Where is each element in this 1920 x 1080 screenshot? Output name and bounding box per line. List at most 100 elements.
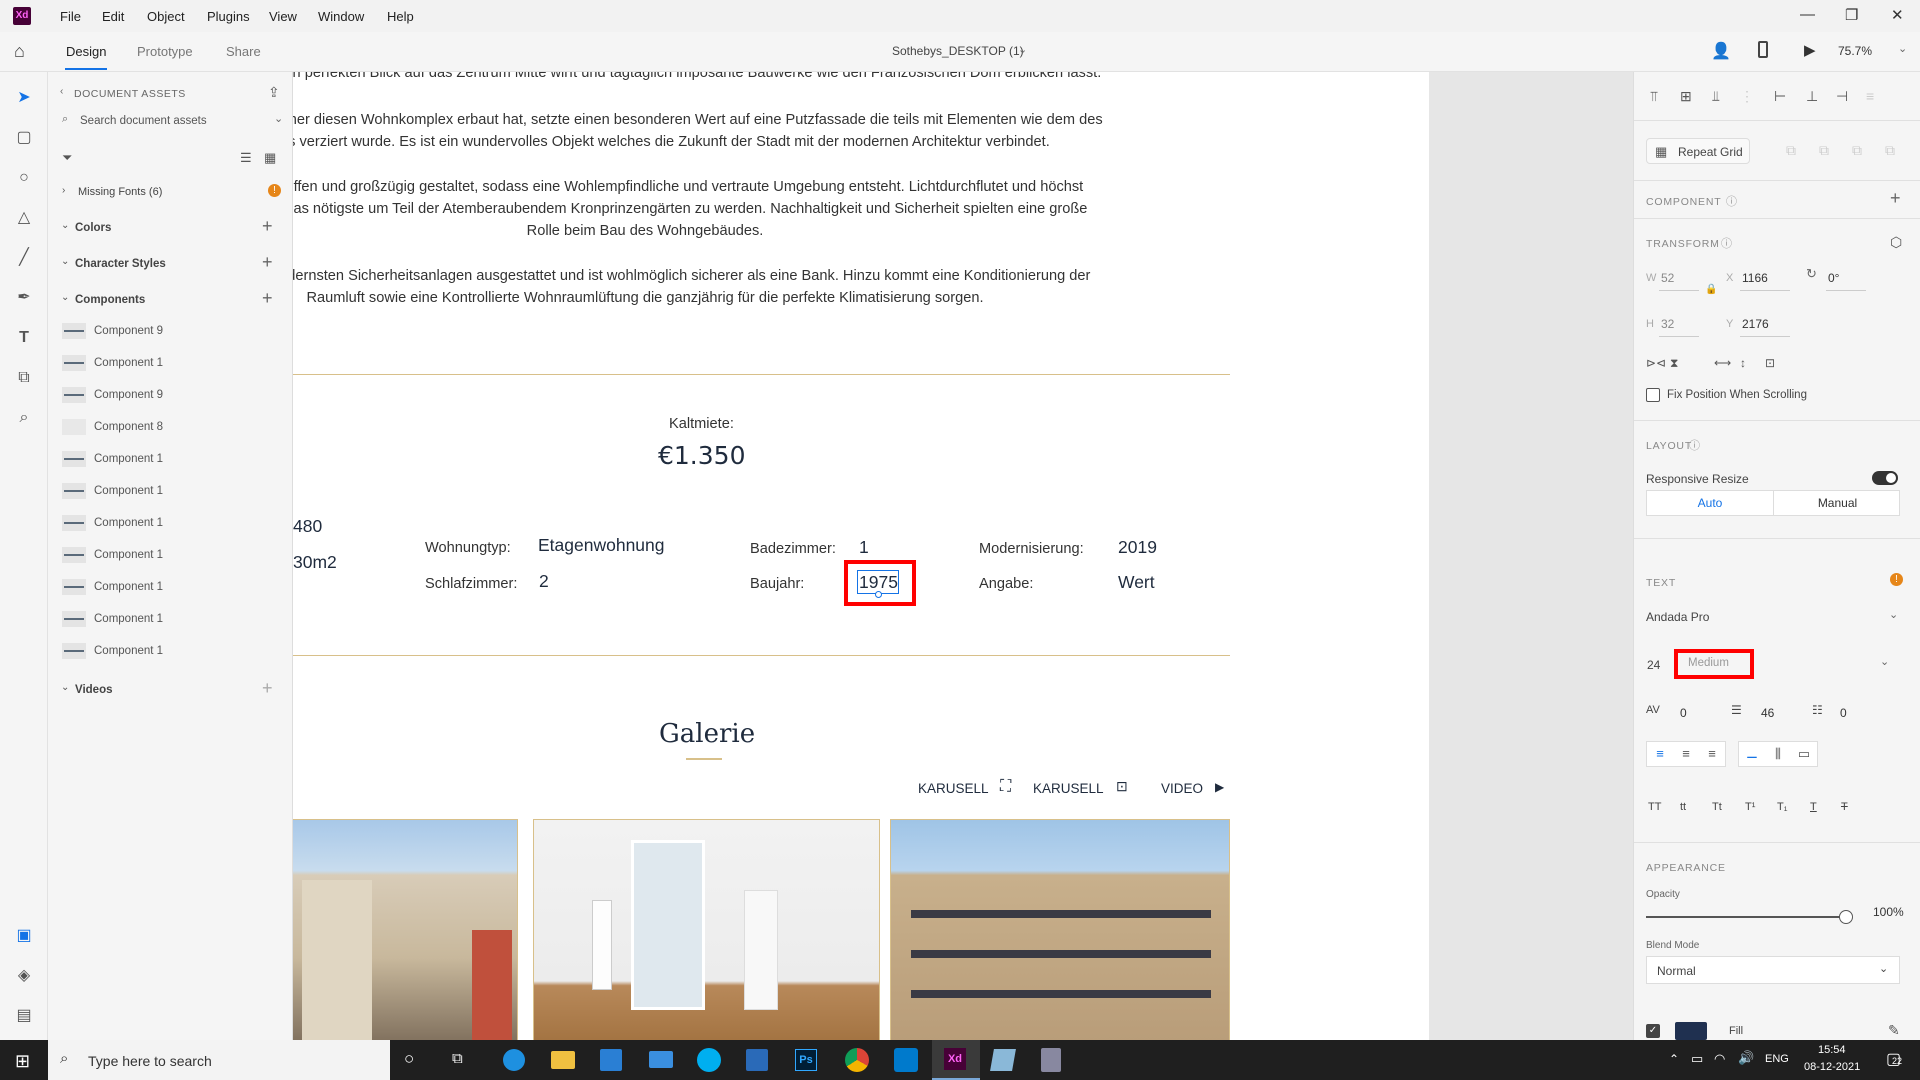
fix-position-checkbox[interactable] — [1646, 388, 1660, 402]
responsive-resize-toggle[interactable] — [1872, 471, 1898, 485]
network-icon[interactable]: ▭ — [1691, 1051, 1703, 1067]
lock-aspect-icon[interactable]: 🔒 — [1705, 284, 1717, 295]
file-explorer-icon[interactable] — [551, 1051, 575, 1069]
list-item[interactable]: Component 1 — [48, 351, 293, 375]
boolean-subtract-icon[interactable]: ⧉ — [1819, 142, 1829, 159]
distribute-horizontal-icon[interactable]: ≡ — [1866, 88, 1874, 104]
fill-color-swatch[interactable] — [1675, 1022, 1707, 1040]
blend-mode-dropdown[interactable]: Normal ⌄ — [1646, 956, 1900, 984]
strikethrough-icon[interactable]: T — [1841, 801, 1848, 813]
align-left-icon[interactable]: ⊢ — [1774, 88, 1786, 105]
superscript-icon[interactable]: T¹ — [1745, 801, 1755, 813]
align-middle-icon[interactable]: ⊞ — [1680, 88, 1692, 105]
artboard[interactable]: errasse die einen perfekten Blick auf da… — [293, 72, 1429, 1040]
volume-icon[interactable]: 🔊 — [1738, 1050, 1754, 1066]
list-item[interactable]: Component 1 — [48, 447, 293, 471]
mail-icon[interactable] — [649, 1051, 673, 1068]
polygon-tool-icon[interactable]: △ — [12, 206, 36, 230]
layers-panel-icon[interactable]: ◈ — [12, 964, 36, 988]
fixed-size-icon[interactable]: ▭ — [1791, 742, 1817, 766]
language-indicator[interactable]: ENG — [1765, 1053, 1789, 1065]
menu-view[interactable]: View — [269, 9, 297, 24]
assets-panel-icon[interactable]: ▣ — [12, 924, 36, 948]
karusell-link[interactable]: KARUSELL — [918, 781, 989, 796]
list-item[interactable]: Component 9 — [48, 319, 293, 343]
repeat-grid-button[interactable]: ▦ Repeat Grid — [1646, 138, 1750, 164]
add-char-style-icon[interactable]: + — [262, 252, 273, 273]
menu-file[interactable]: File — [60, 9, 81, 24]
char-styles-section[interactable]: ⌄ Character Styles + — [48, 252, 293, 274]
menu-help[interactable]: Help — [387, 9, 414, 24]
document-title[interactable]: Sothebys_DESKTOP (1) — [892, 44, 1024, 58]
list-item[interactable]: Component 1 — [48, 607, 293, 631]
chrome-icon[interactable] — [845, 1048, 869, 1072]
filter-icon[interactable]: ⏷ — [62, 150, 72, 166]
gallery-image-facade[interactable] — [890, 819, 1230, 1040]
rectangle-tool-icon[interactable]: ▢ — [12, 126, 36, 150]
list-item[interactable]: Component 9 — [48, 383, 293, 407]
pasteboard[interactable] — [1429, 72, 1633, 1040]
grid-view-icon[interactable]: ▦ — [264, 150, 276, 166]
rotation-field[interactable]: 0° — [1828, 271, 1839, 285]
align-right-icon[interactable]: ⊣ — [1836, 88, 1848, 105]
resize-handle[interactable] — [875, 591, 882, 598]
text-tool-icon[interactable]: T — [12, 326, 36, 350]
add-video-icon[interactable]: + — [262, 678, 273, 699]
karusell-link[interactable]: KARUSELL — [1033, 781, 1104, 796]
menu-window[interactable]: Window — [318, 9, 364, 24]
gallery-image-room[interactable] — [533, 819, 880, 1040]
line-tool-icon[interactable]: ╱ — [12, 246, 36, 270]
taskbar-search-input[interactable]: ⌕ Type here to search — [48, 1040, 390, 1080]
videos-section[interactable]: ⌄ Videos + — [48, 678, 293, 700]
select-tool-icon[interactable]: ➤ — [12, 86, 36, 110]
chevron-down-icon[interactable]: ⌄ — [1018, 43, 1027, 56]
cortana-icon[interactable]: ○ — [404, 1049, 414, 1069]
list-item[interactable]: Component 1 — [48, 575, 293, 599]
list-view-icon[interactable]: ☰ — [240, 150, 252, 166]
char-spacing-field[interactable]: 0 — [1680, 706, 1687, 720]
menu-edit[interactable]: Edit — [102, 9, 124, 24]
list-item[interactable]: Component 1 — [48, 511, 293, 535]
image-carousel-icon[interactable]: ⊡ — [1116, 778, 1128, 795]
edge-icon[interactable] — [503, 1049, 525, 1071]
export-icon[interactable]: ⇪ — [268, 84, 280, 101]
font-weight-dropdown[interactable]: Medium ⌄ — [1682, 654, 1889, 674]
list-item[interactable]: Component 8 — [48, 415, 293, 439]
selected-text-box[interactable]: 1975 — [857, 570, 899, 598]
manual-option[interactable]: Manual — [1774, 491, 1901, 515]
list-item[interactable]: Component 1 — [48, 639, 293, 663]
distribute-vertical-icon[interactable]: ⋮ — [1740, 88, 1754, 105]
align-text-center-icon[interactable]: ≡ — [1673, 742, 1699, 766]
video-link[interactable]: VIDEO — [1161, 781, 1203, 796]
notifications-button[interactable]: ▢ 22 — [1884, 1048, 1910, 1072]
fit-content-icon[interactable]: ⊡ — [1765, 356, 1775, 370]
underline-icon[interactable]: T — [1810, 801, 1817, 813]
colors-section[interactable]: ⌄ Colors + — [48, 216, 293, 238]
titlecase-icon[interactable]: Tt — [1712, 801, 1722, 813]
minimize-icon[interactable]: — — [1800, 6, 1815, 23]
font-size-field[interactable]: 24 — [1647, 658, 1660, 672]
fix-width-icon[interactable]: ⟷ — [1714, 356, 1731, 370]
flip-vertical-icon[interactable]: ⧗ — [1670, 356, 1678, 371]
zoom-chevron-icon[interactable]: ⌄ — [1898, 42, 1907, 55]
search-chevron-icon[interactable]: ⌄ — [274, 112, 283, 125]
windows-start-icon[interactable]: ⊞ — [15, 1051, 30, 1072]
zoom-tool-icon[interactable]: ⌕ — [12, 406, 36, 430]
components-section[interactable]: ⌄ Components + — [48, 288, 293, 310]
calculator-icon[interactable] — [1041, 1048, 1061, 1072]
gallery-image-building[interactable] — [293, 819, 518, 1040]
missing-fonts-section[interactable]: › Missing Fonts (6) ! — [48, 182, 293, 202]
vscode-icon[interactable] — [894, 1048, 918, 1072]
line-spacing-field[interactable]: 46 — [1761, 706, 1774, 720]
paragraph-spacing-field[interactable]: 0 — [1840, 706, 1847, 720]
clock-time[interactable]: 15:54 — [1818, 1044, 1846, 1056]
app-icon[interactable] — [990, 1049, 1016, 1071]
align-text-right-icon[interactable]: ≡ — [1699, 742, 1725, 766]
info-icon[interactable]: ⓘ — [1689, 437, 1700, 453]
info-icon[interactable]: ⓘ — [1721, 235, 1732, 251]
photoshop-icon[interactable]: Ps — [795, 1049, 817, 1071]
user-icon[interactable]: 👤 — [1711, 41, 1731, 61]
auto-option[interactable]: Auto — [1647, 491, 1774, 515]
close-icon[interactable]: ✕ — [1891, 6, 1904, 24]
eyedropper-icon[interactable]: ✎ — [1888, 1022, 1900, 1039]
